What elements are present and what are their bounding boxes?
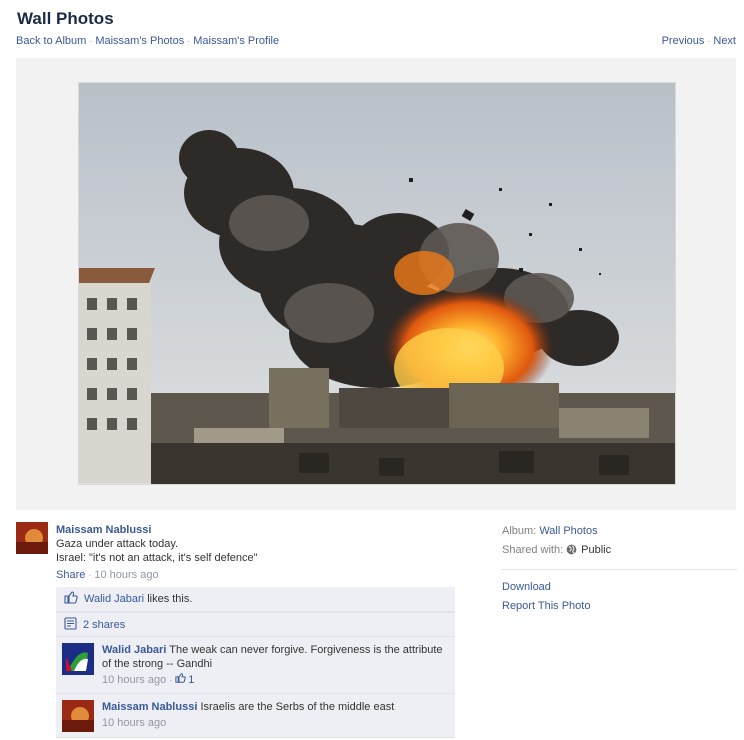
next-link[interactable]: Next [713,35,736,47]
thumbs-up-icon[interactable] [175,673,186,687]
post-timestamp: 10 hours ago [94,569,159,581]
separator-dot: · [707,36,711,46]
post-author-link[interactable]: Maissam Nablussi [56,524,151,536]
post-caption-line: Israel: "it's not an attack, it's self d… [56,552,258,564]
avatar[interactable] [62,700,94,733]
divider [502,569,737,570]
separator-dot: · [187,36,191,46]
shares-link[interactable]: 2 shares [83,619,125,631]
comment-text: Israelis are the Serbs of the middle eas… [200,701,395,714]
page-title: Wall Photos [17,9,114,28]
back-to-album-link[interactable]: Back to Album [16,35,86,47]
share-summary[interactable]: 2 shares [56,612,455,637]
shares-icon [64,616,77,633]
avatar[interactable] [16,522,48,554]
comment-author-link[interactable]: Walid Jabari [102,644,166,656]
report-photo-link[interactable]: Report This Photo [502,600,590,612]
photo-pager: Previous · Next [662,35,736,47]
privacy-value[interactable]: Public [581,544,611,556]
download-link[interactable]: Download [502,581,551,593]
comment-author-link[interactable]: Maissam Nablussi [102,701,197,713]
comment-meta: 10 hours ago · 1 [102,673,449,687]
share-link[interactable]: Share [56,569,85,581]
liker-link[interactable]: Walid Jabari [84,593,144,605]
album-link[interactable]: Wall Photos [539,525,597,537]
separator-dot: · [89,36,93,46]
album-label: Album: [502,525,537,537]
thumbs-up-icon [64,591,78,607]
separator-dot: · [88,570,92,580]
separator-dot: · [169,675,173,685]
comment-timestamp: 10 hours ago [102,717,167,730]
album-row: Album: Wall Photos [502,522,737,541]
privacy-row: Shared with: Public [502,541,737,562]
photo-explosion[interactable] [78,82,676,485]
like-summary: Walid Jabari likes this. [56,587,455,612]
comment: Maissam Nablussi Israelis are the Serbs … [56,694,455,739]
comment-timestamp: 10 hours ago [102,674,167,686]
post-caption-line: Gaza under attack today. [56,538,179,550]
post-meta: Share · 10 hours ago [56,568,456,582]
globe-icon [566,543,577,562]
comment: Walid Jabari The weak can never forgive.… [56,637,455,695]
shared-with-label: Shared with: [502,544,564,556]
photo-sidebar: Album: Wall Photos Shared with: Public Do… [502,522,737,616]
owner-profile-link[interactable]: Maissam's Profile [193,35,279,47]
avatar[interactable] [62,643,94,675]
previous-link[interactable]: Previous [662,35,705,47]
feedback-panel: Walid Jabari likes this. 2 shares Walid … [56,587,455,739]
like-summary-text: likes this. [147,593,193,605]
photo-stage [16,58,736,510]
comment-like-count[interactable]: 1 [188,674,194,686]
breadcrumb: Back to Album · Maissam's Photos · Maissam's… [16,35,279,47]
owner-photos-link[interactable]: Maissam's Photos [95,35,184,47]
